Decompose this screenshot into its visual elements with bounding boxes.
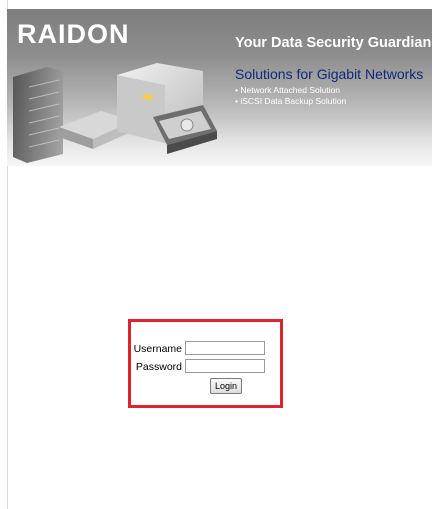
banner-tagline: Your Data Security Guardian.	[235, 35, 432, 51]
username-row: Username	[131, 341, 280, 357]
banner-feature-list: • Network Attached Solution • iSCSI Data…	[235, 85, 346, 107]
feature-item-iscsi: • iSCSI Data Backup Solution	[235, 96, 347, 106]
banner-subtitle: Solutions for Gigabit Networks	[235, 66, 424, 82]
username-label: Username	[133, 343, 182, 355]
password-row: Password	[131, 359, 280, 375]
login-button[interactable]: Login	[210, 378, 243, 394]
login-form: Username Password Login	[128, 319, 283, 408]
password-input[interactable]	[185, 359, 265, 373]
header-banner: RAIDON Your Data Security Guardian. Solu…	[7, 9, 432, 166]
username-input[interactable]	[185, 341, 265, 355]
password-label: Password	[135, 361, 182, 373]
brand-logo: RAIDON	[17, 19, 130, 49]
storage-devices-icon	[13, 63, 217, 163]
feature-item-nas: • Network Attached Solution	[235, 85, 341, 95]
